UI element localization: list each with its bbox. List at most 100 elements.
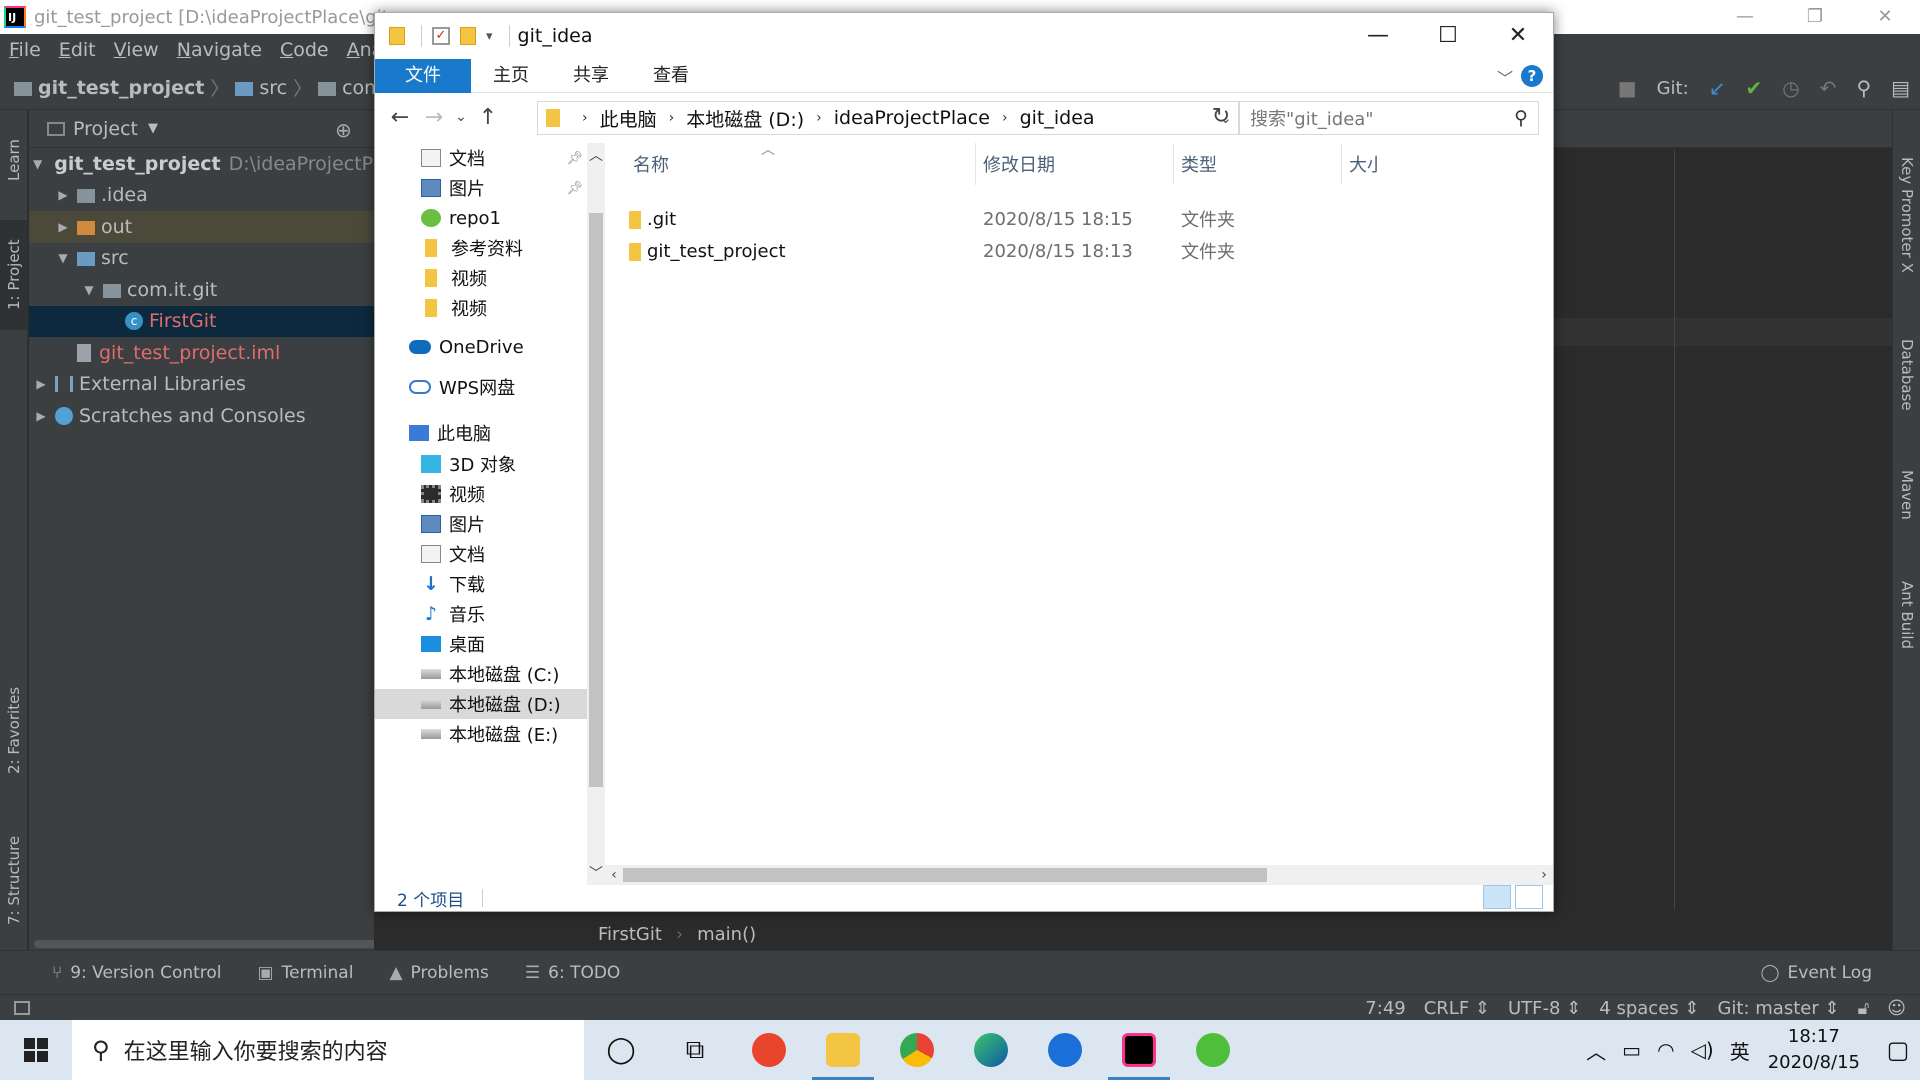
column-header-type[interactable]: 类型 bbox=[1181, 143, 1217, 185]
tab-problems[interactable]: ▲ Problems bbox=[389, 963, 488, 983]
ribbon-tab-file[interactable]: 文件 bbox=[375, 58, 471, 93]
collapse-arrow-icon[interactable]: ▶ bbox=[55, 220, 71, 234]
clock[interactable]: 18:17 2020/8/15 bbox=[1768, 1024, 1860, 1076]
restore-icon[interactable]: ❐ bbox=[1780, 0, 1850, 34]
tree-item-firstgit[interactable]: c FirstGit bbox=[29, 305, 374, 337]
key-promoter-tool-button[interactable]: Key Promoter X bbox=[1893, 130, 1920, 300]
file-row-git-test-project[interactable]: git_test_project 2020/8/15 18:13 文件夹 bbox=[605, 235, 1553, 267]
details-view-icon[interactable] bbox=[1483, 885, 1511, 909]
close-icon[interactable]: ✕ bbox=[1850, 0, 1920, 34]
column-divider[interactable] bbox=[1173, 143, 1174, 185]
start-button[interactable] bbox=[0, 1020, 72, 1080]
notification-icon[interactable]: ▢ bbox=[1876, 1020, 1920, 1080]
ant-build-tool-button[interactable]: Ant Build bbox=[1893, 560, 1920, 670]
file-list-scrollbar[interactable]: ‹ › bbox=[605, 865, 1553, 885]
ribbon-tab-share[interactable]: 共享 bbox=[551, 59, 631, 93]
pin-icon[interactable]: 📌︎ bbox=[566, 151, 583, 166]
expand-arrow-icon[interactable]: ▼ bbox=[81, 283, 97, 297]
nav-item-onedrive[interactable]: OneDrive bbox=[375, 323, 603, 371]
address-ideaprojectplace[interactable]: ideaProjectPlace bbox=[834, 107, 990, 129]
git-rollback-icon[interactable]: ↶ bbox=[1820, 76, 1837, 100]
search-input[interactable]: 搜索"git_idea" ⚲ bbox=[1239, 101, 1539, 135]
address-separator[interactable]: › bbox=[582, 110, 588, 126]
column-divider[interactable] bbox=[1341, 143, 1342, 185]
nav-item-drive-c[interactable]: 本地磁盘 (C:) bbox=[375, 659, 603, 689]
nav-item-this-pc[interactable]: 此电脑 bbox=[375, 403, 603, 449]
cortana-icon[interactable]: ◯ bbox=[584, 1020, 658, 1080]
expand-arrow-icon[interactable]: ▼ bbox=[55, 251, 71, 265]
scrollbar-thumb[interactable] bbox=[589, 213, 603, 787]
breadcrumb-src[interactable]: src bbox=[259, 77, 287, 99]
menu-view[interactable]: View bbox=[105, 39, 168, 61]
tab-version-control[interactable]: ⑂ 9: Version Control bbox=[52, 963, 222, 983]
nav-item-quick-documents[interactable]: 文档 📌︎ bbox=[375, 143, 603, 173]
tree-item-package[interactable]: ▼ com.it.git bbox=[29, 274, 374, 306]
learn-tool-button[interactable]: Learn bbox=[0, 120, 28, 200]
minimize-icon[interactable]: — bbox=[1710, 0, 1780, 34]
project-tool-button[interactable]: 1: Project bbox=[0, 220, 28, 330]
locate-target-icon[interactable]: ⊕ bbox=[335, 118, 352, 142]
tab-todo[interactable]: ☰ 6: TODO bbox=[525, 963, 620, 983]
scrollbar-thumb[interactable] bbox=[623, 868, 1267, 882]
nav-item-drive-e[interactable]: 本地磁盘 (E:) bbox=[375, 719, 603, 749]
address-separator[interactable]: › bbox=[816, 110, 822, 126]
chevron-down-icon[interactable]: ▼ bbox=[148, 121, 158, 136]
ribbon-tab-view[interactable]: 查看 bbox=[631, 59, 711, 93]
stop-icon[interactable]: ■ bbox=[1618, 76, 1637, 100]
tree-item-out[interactable]: ▶ out bbox=[29, 211, 374, 243]
structure-tool-button[interactable]: 7: Structure bbox=[0, 820, 28, 940]
browser-app-icon[interactable] bbox=[732, 1020, 806, 1080]
project-panel-scrollbar[interactable] bbox=[34, 940, 392, 948]
scroll-up-icon[interactable]: ︿ bbox=[587, 145, 605, 165]
navigation-pane-scrollbar[interactable]: ︿ ﹀ bbox=[587, 143, 605, 885]
back-arrow-icon[interactable]: ← bbox=[383, 105, 417, 130]
address-separator[interactable]: › bbox=[669, 110, 675, 126]
file-row-git[interactable]: .git 2020/8/15 18:15 文件夹 bbox=[605, 203, 1553, 235]
column-header-size[interactable]: 大小 bbox=[1349, 143, 1377, 185]
media-player-app-icon[interactable] bbox=[1028, 1020, 1102, 1080]
encoding-widget[interactable]: UTF-8 ⇕ bbox=[1508, 998, 1581, 1019]
tree-item-idea[interactable]: ▶ .idea bbox=[29, 180, 374, 212]
volume-icon[interactable]: ◁) bbox=[1691, 1038, 1714, 1062]
scroll-right-icon[interactable]: › bbox=[1535, 865, 1553, 885]
new-folder-icon[interactable] bbox=[460, 27, 476, 45]
scroll-left-icon[interactable]: ‹ bbox=[605, 865, 623, 885]
nav-item-documents[interactable]: 文档 bbox=[375, 539, 603, 569]
nav-item-3d-objects[interactable]: 3D 对象 bbox=[375, 449, 603, 479]
expand-arrow-icon[interactable]: ▼ bbox=[33, 157, 42, 171]
nav-item-reference[interactable]: 参考资料 bbox=[375, 233, 603, 263]
database-tool-button[interactable]: Database bbox=[1893, 320, 1920, 430]
column-header-modified[interactable]: 修改日期 bbox=[983, 143, 1055, 185]
editor-breadcrumb-method[interactable]: main() bbox=[697, 924, 756, 945]
nav-item-pictures[interactable]: 图片 bbox=[375, 509, 603, 539]
properties-icon[interactable]: ✓ bbox=[432, 27, 450, 45]
project-structure-icon[interactable]: ▤ bbox=[1891, 76, 1910, 100]
lock-icon[interactable]: 🔓︎ bbox=[1858, 998, 1870, 1019]
tab-terminal[interactable]: ▣ Terminal bbox=[258, 963, 354, 983]
expand-ribbon-icon[interactable]: ﹀ bbox=[1497, 65, 1513, 89]
task-view-icon[interactable]: ⧉ bbox=[658, 1020, 732, 1080]
nav-item-quick-video-2[interactable]: 视频 bbox=[375, 293, 603, 323]
edge-app-icon[interactable] bbox=[954, 1020, 1028, 1080]
minimize-icon[interactable]: — bbox=[1343, 13, 1413, 59]
project-panel-title[interactable]: Project bbox=[73, 118, 138, 140]
tree-item-project-root[interactable]: ▼ git_test_project D:\ideaProjectPl bbox=[29, 148, 378, 180]
tree-item-scratches[interactable]: ▶ Scratches and Consoles bbox=[29, 400, 374, 432]
collapse-arrow-icon[interactable]: ▶ bbox=[55, 188, 71, 202]
address-drive-d[interactable]: 本地磁盘 (D:) bbox=[686, 105, 804, 132]
input-method-indicator[interactable]: 英 bbox=[1730, 1036, 1750, 1065]
maven-tool-button[interactable]: Maven bbox=[1893, 450, 1920, 540]
help-icon[interactable]: ? bbox=[1521, 65, 1543, 87]
menu-edit[interactable]: Edit bbox=[50, 39, 105, 61]
address-git-idea[interactable]: git_idea bbox=[1020, 107, 1095, 129]
maximize-icon[interactable]: ☐ bbox=[1413, 13, 1483, 59]
nav-item-music[interactable]: ♪ 音乐 bbox=[375, 599, 603, 629]
nav-item-desktop[interactable]: 桌面 bbox=[375, 629, 603, 659]
menu-code[interactable]: Code bbox=[271, 39, 338, 61]
tree-item-iml[interactable]: git_test_project.iml bbox=[29, 337, 374, 369]
toggle-tool-windows-icon[interactable] bbox=[14, 1000, 30, 1015]
chevron-up-icon[interactable]: ︿ bbox=[1586, 1036, 1606, 1065]
breadcrumb-project[interactable]: git_test_project bbox=[38, 77, 204, 99]
favorites-tool-button[interactable]: 2: Favorites bbox=[0, 670, 28, 790]
tree-item-src[interactable]: ▼ src bbox=[29, 243, 374, 275]
